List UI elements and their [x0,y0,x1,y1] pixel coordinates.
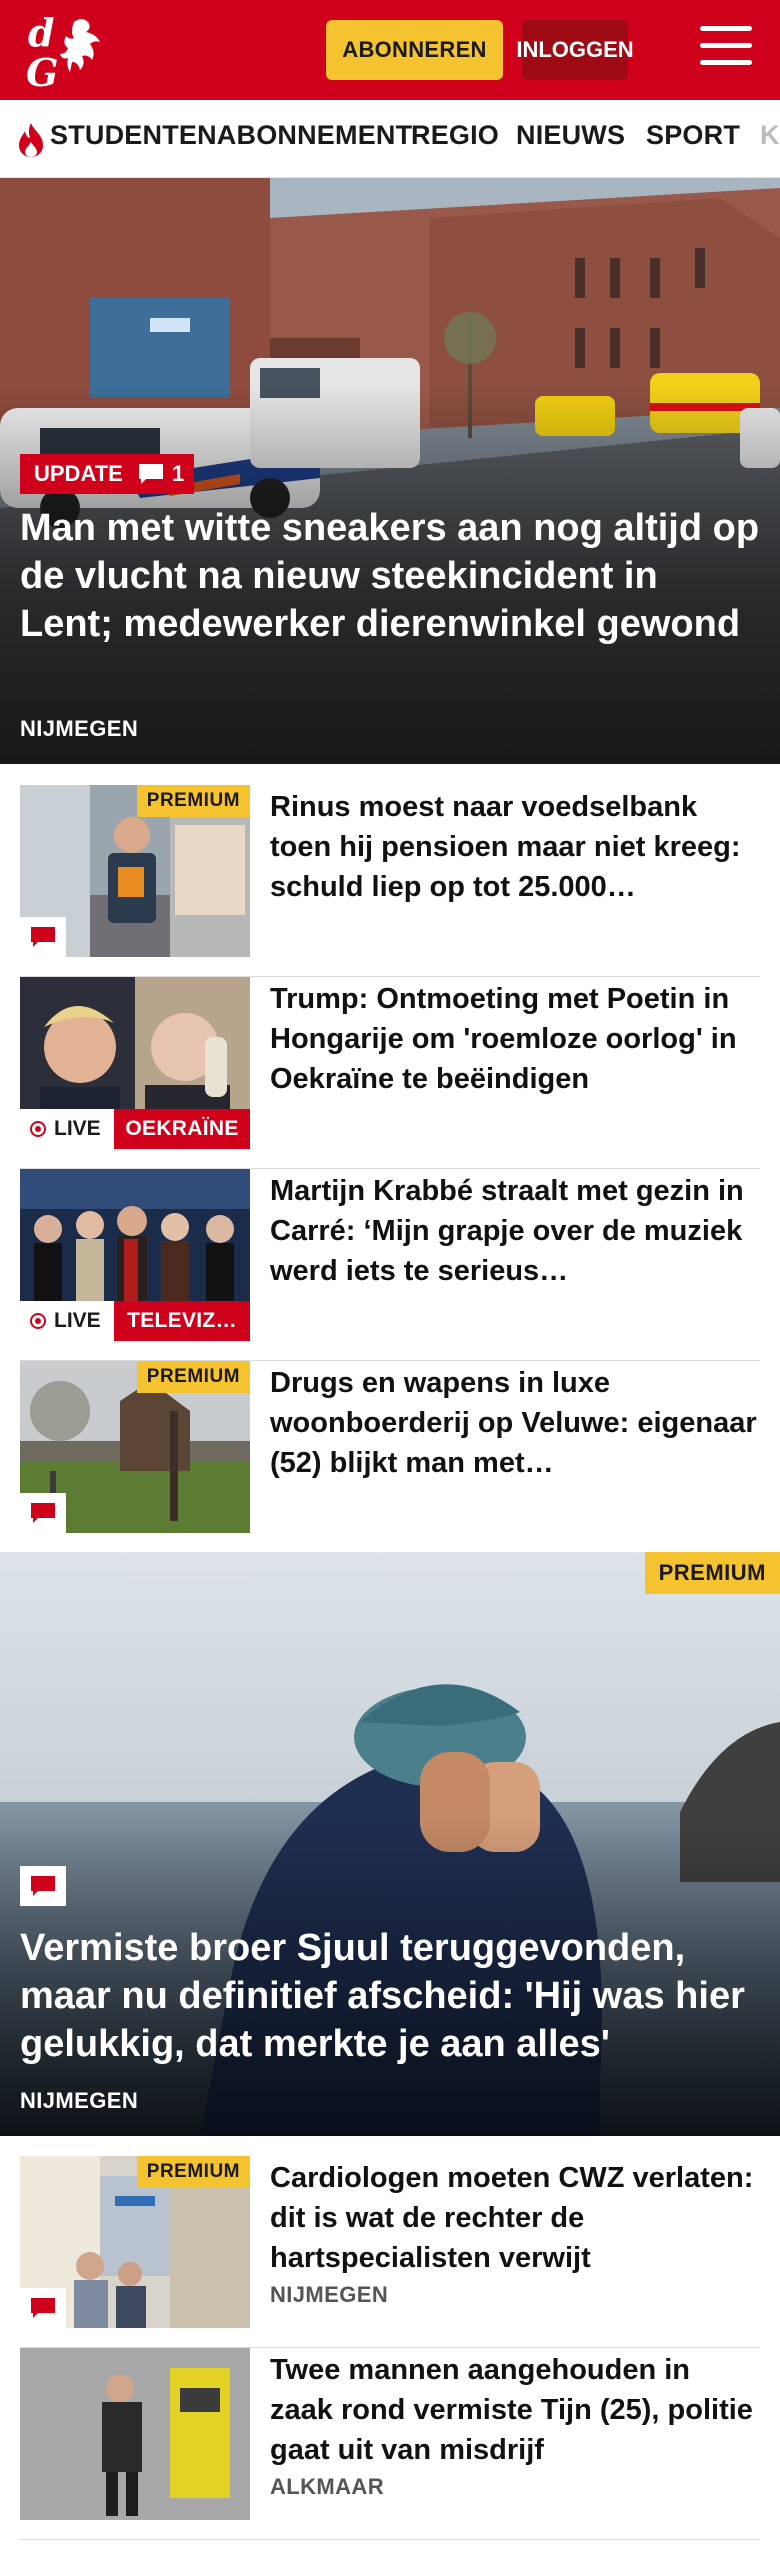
list-item[interactable]: Twee mannen aangehouden in zaak rond ver… [20,2348,760,2540]
section-nav: STUDENTENABONNEMENT REGIO NIEUWS SPORT K [0,100,780,178]
premium-badge: PREMIUM [644,1552,780,1594]
list-item[interactable]: PREMIUM Rinus moest naar voedselbank toe… [20,785,760,977]
comment-button[interactable] [20,1866,66,1906]
live-indicator: LIVE [20,1109,114,1149]
list-item[interactable]: PREMIUM Cardiologen moeten CWZ verlaten:… [20,2156,760,2348]
premium-badge: PREMIUM [136,2156,250,2188]
live-label: LIVE [54,1117,101,1140]
comment-icon [31,927,55,947]
premium-badge: PREMIUM [136,1361,250,1393]
live-dot-icon [30,1313,46,1329]
article-place: ALKMAAR [270,2474,385,2499]
subscribe-button[interactable]: ABONNEREN [326,20,503,80]
list-item[interactable]: PREMIUM Drugs en wapens in luxe woonboer… [20,1361,760,1553]
article-title[interactable]: Trump: Ontmoeting met Poetin in Hongarij… [270,979,760,1099]
topic-tag[interactable]: TELEVIZ… [114,1301,250,1341]
comment-icon [31,1503,55,1523]
article-thumbnail: PREMIUM [20,2156,250,2328]
site-header: d G ABONNEREN INLOGGEN [0,0,780,100]
menu-icon[interactable] [700,26,752,70]
comment-count-badge[interactable]: 1 [126,454,194,494]
comment-button[interactable] [20,917,66,957]
hero-article[interactable]: UPDATE 1 Man met witte sneakers aan nog … [0,178,780,764]
svg-text:G: G [26,50,58,92]
login-button[interactable]: INLOGGEN [516,20,634,80]
article-thumbnail [20,2348,250,2520]
article-title[interactable]: Twee mannen aangehouden in zaak rond ver… [270,2350,760,2470]
live-label: LIVE [54,1309,101,1332]
premium-badge: PREMIUM [136,785,250,817]
list-item[interactable]: LIVE OEKRAÏNE Trump: Ontmoeting met Poet… [20,977,760,1169]
hero-place: NIJMEGEN [20,716,139,741]
article-thumbnail: LIVE TELEVIZ… [20,1169,250,1341]
topic-tag[interactable]: OEKRAÏNE [114,1109,250,1149]
article-title[interactable]: Rinus moest naar voedselbank toen hij pe… [270,787,760,907]
article-thumbnail: LIVE OEKRAÏNE [20,977,250,1149]
comment-icon [31,2298,55,2318]
comment-button[interactable] [20,2288,66,2328]
nav-item-sport[interactable]: SPORT [646,120,740,151]
nav-item-studentenabonnement[interactable]: STUDENTENABONNEMENT [50,120,412,151]
update-badge: UPDATE [20,454,137,494]
article-thumbnail: PREMIUM [20,1361,250,1533]
svg-text:d: d [28,10,55,55]
live-indicator: LIVE [20,1301,114,1341]
comment-icon [139,464,163,484]
dg-logo[interactable]: d G [22,10,122,92]
comment-count: 1 [172,461,185,486]
article-thumbnail: PREMIUM [20,785,250,957]
feature-place: NIJMEGEN [20,2088,139,2113]
article-title[interactable]: Cardiologen moeten CWZ verlaten: dit is … [270,2158,760,2278]
list-item[interactable]: LIVE TELEVIZ… Martijn Krabbé straalt met… [20,1169,760,1361]
nav-item-nieuws[interactable]: NIEUWS [516,120,625,151]
hero-title[interactable]: Man met witte sneakers aan nog altijd op… [20,504,760,648]
comment-icon [31,1876,55,1896]
flame-icon [19,123,43,157]
feature-article[interactable]: PREMIUM Vermiste broer Sjuul teruggevond… [0,1552,780,2136]
nav-item-next[interactable]: K [760,120,780,151]
live-dot-icon [30,1121,46,1137]
nav-item-regio[interactable]: REGIO [411,120,499,151]
article-place: NIJMEGEN [270,2282,389,2307]
comment-button[interactable] [20,1493,66,1533]
feature-title[interactable]: Vermiste broer Sjuul teruggevonden, maar… [20,1924,770,2068]
article-title[interactable]: Martijn Krabbé straalt met gezin in Carr… [270,1171,760,1291]
article-title[interactable]: Drugs en wapens in luxe woonboerderij op… [270,1363,760,1483]
